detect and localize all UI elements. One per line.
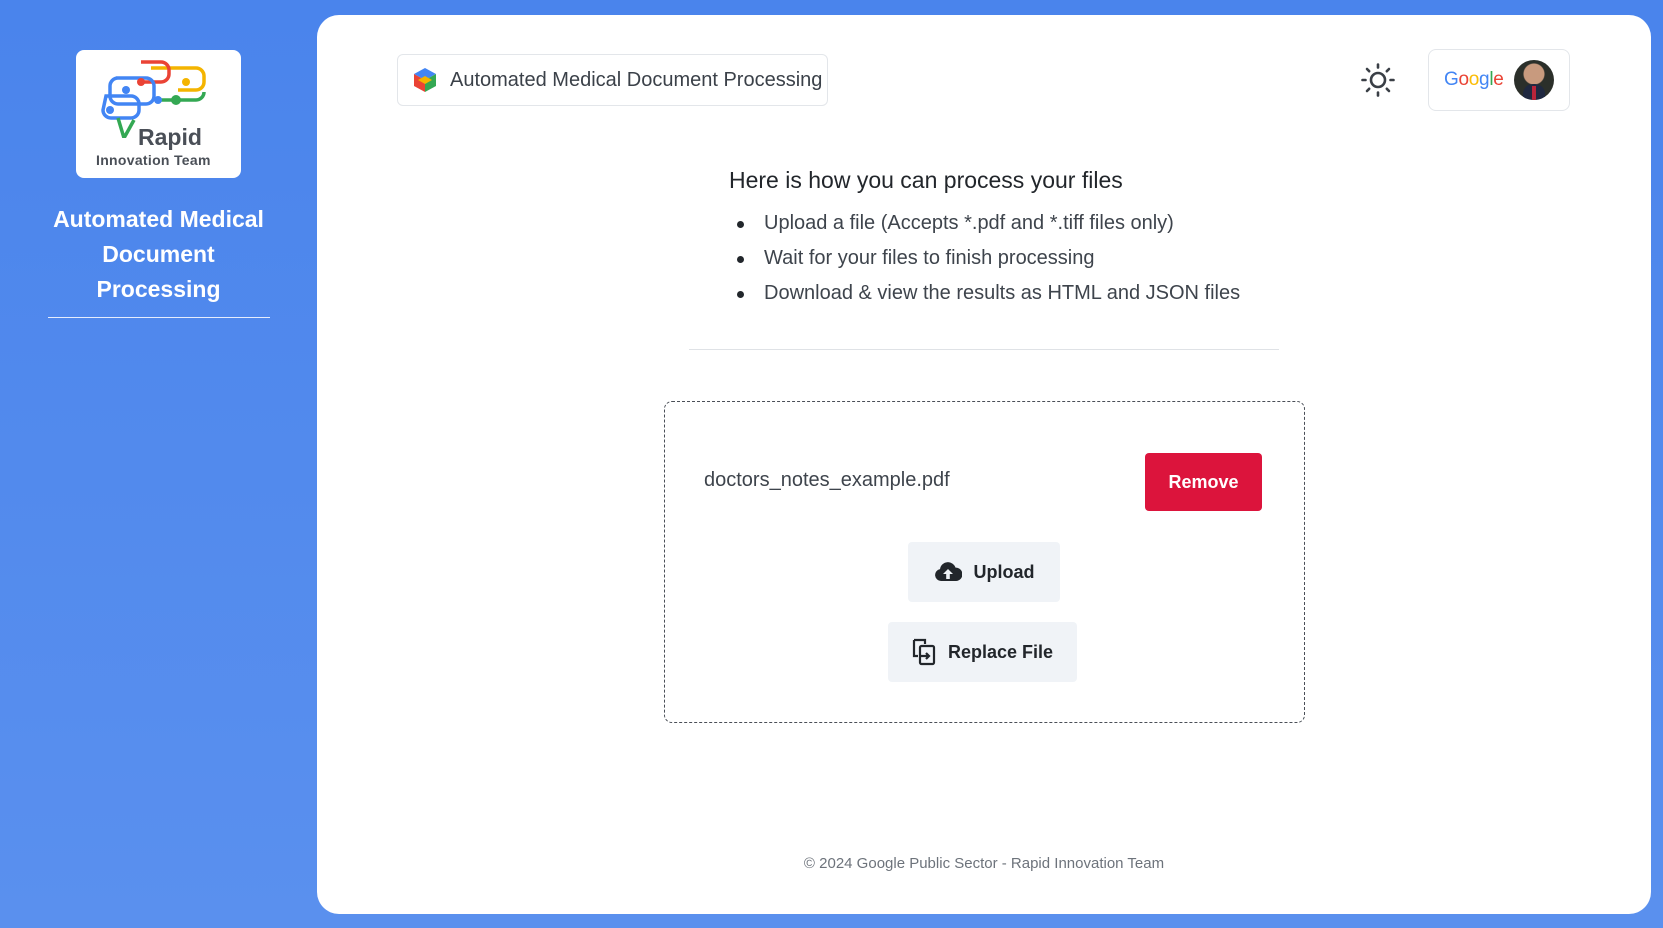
replace-file-button[interactable]: Replace File [888,622,1077,682]
theme-toggle-button[interactable] [1357,59,1399,101]
app-title-label: Automated Medical Document Processing [450,68,823,91]
app-title-chip[interactable]: Automated Medical Document Processing [397,54,828,106]
upload-label: Upload [973,561,1035,582]
logo-word: Rapid [138,124,202,150]
sun-icon [1361,63,1395,97]
list-item: Wait for your files to finish processing [729,245,1329,280]
account-chip[interactable]: Google [1428,49,1570,111]
upload-button[interactable]: Upload [908,542,1060,602]
instructions: Here is how you can process your files U… [729,167,1329,315]
list-item: Download & view the results as HTML and … [729,280,1329,315]
replace-file-icon [912,638,936,666]
section-divider [689,349,1279,350]
list-item: Upload a file (Accepts *.pdf and *.tiff … [729,210,1329,245]
instructions-list: Upload a file (Accepts *.pdf and *.tiff … [729,210,1329,315]
main-panel: Automated Medical Document Processing Go… [317,15,1651,914]
sidebar-divider [47,317,270,318]
google-logo: Google [1444,69,1504,90]
app-stack-icon [412,66,440,94]
sidebar-title: Automated Medical Document Processing [53,206,264,302]
instructions-title: Here is how you can process your files [729,167,1123,193]
cloud-upload-icon [934,561,962,583]
rapid-innovation-logo[interactable]: Rapid Innovation Team [76,50,241,178]
file-name: doctors_notes_example.pdf [704,469,950,491]
footer-copyright: © 2024 Google Public Sector - Rapid Inno… [803,855,1165,872]
file-dropzone[interactable]: doctors_notes_example.pdf Remove Upload … [664,401,1305,723]
user-avatar[interactable] [1513,60,1554,100]
replace-file-label: Replace File [947,641,1054,662]
sidebar: Rapid Innovation Team Automated Medical … [0,0,317,928]
logo-subtitle: Innovation Team [96,152,211,168]
remove-button[interactable]: Remove [1145,453,1262,511]
